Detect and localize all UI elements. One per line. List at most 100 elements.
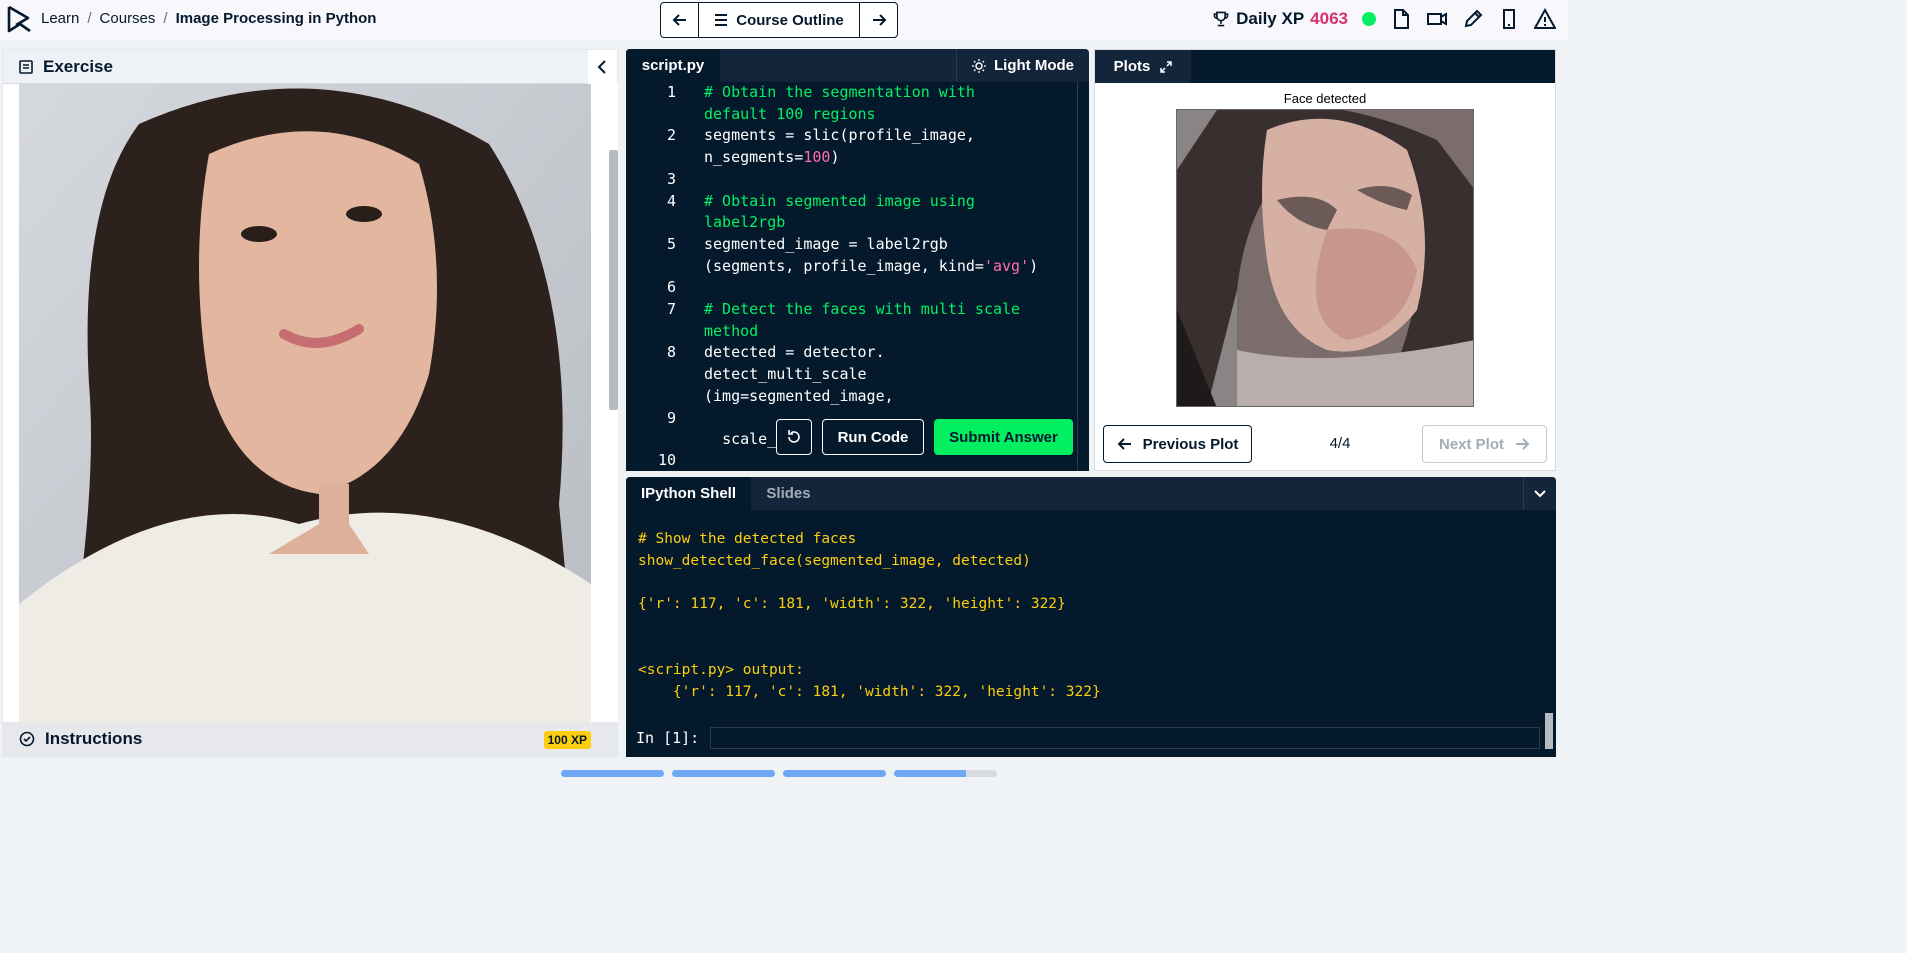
arrow-right-icon <box>872 14 886 26</box>
exercise-icon <box>19 59 33 74</box>
next-exercise-button[interactable] <box>860 3 897 37</box>
line-number: 10 <box>657 451 676 469</box>
next-plot-button[interactable]: Next Plot <box>1422 425 1547 463</box>
plot-image <box>1176 109 1474 407</box>
code-line[interactable]: 1 # Obtain the segmentation with default … <box>626 82 1076 125</box>
collapse-panel-button[interactable] <box>587 50 617 84</box>
exercise-header[interactable]: Exercise <box>3 50 588 84</box>
code-line[interactable]: 6 <box>626 277 1076 299</box>
run-controls: Run Code Submit Answer <box>776 419 1073 455</box>
code-literal: 'avg' <box>983 256 1030 275</box>
plots-header: Plots <box>1095 50 1555 83</box>
document-icon[interactable] <box>1390 8 1412 30</box>
sun-icon <box>972 58 986 73</box>
exercise-progress <box>561 770 997 777</box>
breadcrumb: Learn / Courses / Image Processing in Py… <box>41 10 376 27</box>
code-area[interactable]: 1 # Obtain the segmentation with default … <box>626 82 1089 471</box>
light-mode-label: Light Mode <box>994 57 1074 74</box>
arrow-left-icon <box>1117 438 1131 450</box>
code-token: ) <box>1029 256 1039 275</box>
shell-scrollbar-thumb[interactable] <box>1545 713 1553 749</box>
code-comment: # Detect the faces with multi scale meth… <box>704 300 1021 340</box>
profile-image <box>19 84 591 723</box>
submit-answer-button[interactable]: Submit Answer <box>934 419 1073 455</box>
video-icon[interactable] <box>1426 8 1448 30</box>
breadcrumb-separator: / <box>87 10 92 27</box>
code-line[interactable]: 7 # Detect the faces with multi scale met… <box>626 299 1076 342</box>
code-text: detected = detector. detect_multi_scale … <box>704 342 1074 407</box>
line-number: 3 <box>666 169 676 188</box>
tab-slides[interactable]: Slides <box>751 477 826 510</box>
reset-code-button[interactable] <box>776 419 812 455</box>
expand-icon[interactable] <box>1160 60 1173 73</box>
mobile-icon[interactable] <box>1498 8 1520 30</box>
code-literal: 100 <box>803 148 831 167</box>
tab-script-py[interactable]: script.py <box>626 49 720 82</box>
code-comment: # Obtain the segmentation with default 1… <box>704 83 975 123</box>
course-outline-label: Course Outline <box>736 11 844 29</box>
alert-icon[interactable] <box>1534 8 1556 30</box>
light-mode-button[interactable]: Light Mode <box>956 49 1089 82</box>
line-number: 5 <box>666 234 676 253</box>
run-code-button[interactable]: Run Code <box>822 419 924 455</box>
code-line[interactable]: 5 segmented_image = label2rgb (segments, … <box>626 234 1076 277</box>
tab-plots[interactable]: Plots <box>1095 50 1191 83</box>
course-outline-button[interactable]: Course Outline <box>698 3 860 37</box>
code-token: scale_ <box>704 430 777 448</box>
plots-panel: Plots Face detected Previous Plot 4/4 Ne… <box>1094 49 1556 471</box>
datacamp-logo-icon[interactable] <box>6 4 32 34</box>
editor-tabs: script.py Light Mode <box>626 49 1089 82</box>
code-line[interactable]: 3 <box>626 169 1076 191</box>
tab-ipython-shell[interactable]: IPython Shell <box>626 477 751 510</box>
code-token: segmented_image = label2rgb (segments, p… <box>704 234 984 275</box>
previous-exercise-button[interactable] <box>661 3 698 37</box>
code-line[interactable]: 2 segments = slic(profile_image, n_segmen… <box>626 125 1076 168</box>
course-outline-nav: Course Outline <box>660 2 898 38</box>
exercise-scrollbar-thumb[interactable] <box>609 150 618 410</box>
previous-plot-label: Previous Plot <box>1142 435 1239 453</box>
check-circle-icon <box>19 731 35 747</box>
shell-input[interactable] <box>710 727 1540 749</box>
top-bar: Learn / Courses / Image Processing in Py… <box>0 0 1568 40</box>
line-number: 7 <box>666 300 676 318</box>
code-line[interactable]: 4 # Obtain segmented image using label2rg… <box>626 191 1076 234</box>
arrow-left-icon <box>672 14 686 26</box>
daily-xp: Daily XP 4063 <box>1212 9 1348 29</box>
code-editor: script.py Light Mode 1 # Obtain the segme… <box>626 49 1089 471</box>
line-number: 6 <box>666 278 676 297</box>
code-text: # Obtain the segmentation with default 1… <box>704 82 1074 125</box>
line-number: 1 <box>666 83 676 101</box>
shell-tabs: IPython Shell Slides <box>626 477 1556 510</box>
progress-segment[interactable] <box>561 770 664 777</box>
collapse-shell-button[interactable] <box>1523 477 1556 510</box>
header-actions: Daily XP 4063 <box>1212 8 1556 30</box>
chevron-left-icon <box>597 60 606 74</box>
daily-xp-value: 4063 <box>1310 9 1348 28</box>
plots-tab-label: Plots <box>1113 58 1151 75</box>
code-line[interactable]: 8 detected = detector. detect_multi_scale… <box>626 342 1076 407</box>
previous-plot-button[interactable]: Previous Plot <box>1103 425 1252 463</box>
breadcrumb-courses[interactable]: Courses <box>100 10 156 27</box>
daily-xp-label: Daily XP <box>1236 9 1305 28</box>
line-number <box>626 429 676 451</box>
pencil-icon[interactable] <box>1462 8 1484 30</box>
editor-scrollbar[interactable] <box>1077 82 1089 471</box>
progress-segment[interactable] <box>783 770 886 777</box>
chevron-down-icon <box>1534 489 1546 497</box>
menu-icon <box>715 14 728 26</box>
progress-segment[interactable] <box>894 770 997 777</box>
line-number: 9 <box>666 408 676 427</box>
code-text: segments = slic(profile_image, n_segment… <box>704 125 1074 168</box>
instructions-header[interactable]: Instructions 100 XP <box>3 722 617 756</box>
progress-segment[interactable] <box>672 770 775 777</box>
breadcrumb-current-course[interactable]: Image Processing in Python <box>176 10 377 27</box>
next-plot-label: Next Plot <box>1438 435 1504 453</box>
code-text: # Obtain segmented image using label2rgb <box>704 191 1074 234</box>
line-number: 4 <box>666 191 676 210</box>
arrow-right-icon <box>1516 438 1530 450</box>
plot-title: Face detected <box>1283 91 1367 106</box>
code-comment: # Obtain segmented image using label2rgb <box>704 191 975 232</box>
breadcrumb-learn[interactable]: Learn <box>41 10 79 27</box>
instructions-label: Instructions <box>45 729 143 748</box>
